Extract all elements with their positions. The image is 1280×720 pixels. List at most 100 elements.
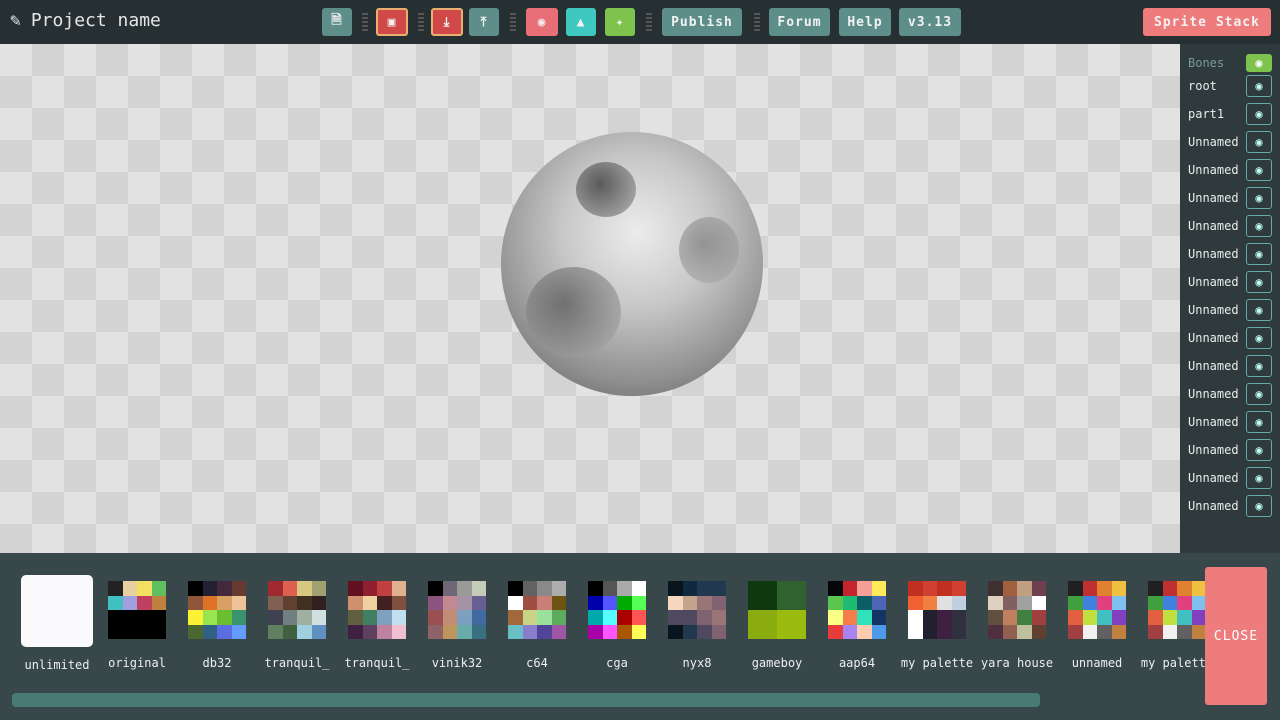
palette-name: db32 xyxy=(202,656,232,670)
eye-icon[interactable]: ◉ xyxy=(1246,103,1272,125)
eye-icon[interactable]: ◉ xyxy=(1246,215,1272,237)
swatch-color xyxy=(457,595,472,610)
download-button[interactable]: ⤓ xyxy=(431,8,463,36)
eye-icon[interactable]: ◉ xyxy=(1246,467,1272,489)
bone-name: Unnamed xyxy=(1188,443,1239,457)
new-file-button[interactable]: 🗎 xyxy=(322,8,352,36)
eye-icon[interactable]: ◉ xyxy=(1246,54,1272,72)
viewport-canvas[interactable] xyxy=(0,44,1180,553)
bone-item[interactable]: Unnamed ◉ xyxy=(1180,128,1280,156)
bone-item[interactable]: Unnamed ◉ xyxy=(1180,492,1280,520)
horizontal-scrollbar[interactable] xyxy=(12,693,1040,707)
bird-button[interactable]: ✦ xyxy=(605,8,635,36)
forum-button[interactable]: Forum xyxy=(769,8,830,36)
bone-item[interactable]: Unnamed ◉ xyxy=(1180,184,1280,212)
eye-icon[interactable]: ◉ xyxy=(1246,299,1272,321)
swatch-color xyxy=(188,581,203,596)
palette-item[interactable]: c64 xyxy=(497,581,577,671)
palette-item[interactable]: nyx8 xyxy=(657,581,737,671)
swatch-color xyxy=(1068,595,1083,610)
swatch-color xyxy=(137,581,152,596)
save-button[interactable]: ▣ xyxy=(376,8,408,36)
palette-name: original xyxy=(108,656,166,670)
bone-item[interactable]: Unnamed ◉ xyxy=(1180,296,1280,324)
palette-item[interactable]: my palette xyxy=(897,581,977,671)
bone-item[interactable]: Unnamed ◉ xyxy=(1180,240,1280,268)
eye-icon[interactable]: ◉ xyxy=(1246,131,1272,153)
eye-icon[interactable]: ◉ xyxy=(1246,159,1272,181)
palette-item[interactable]: unnamed xyxy=(1057,581,1137,671)
swatch-color xyxy=(122,610,137,625)
cat-button[interactable]: ▲ xyxy=(566,8,596,36)
eye-icon[interactable]: ◉ xyxy=(1246,327,1272,349)
swatch-color xyxy=(282,624,297,639)
palette-item[interactable]: aap64 xyxy=(817,581,897,671)
bone-item[interactable]: Unnamed ◉ xyxy=(1180,436,1280,464)
swatch-color xyxy=(282,581,297,596)
eye-icon[interactable]: ◉ xyxy=(1246,383,1272,405)
bone-item[interactable]: Unnamed ◉ xyxy=(1180,324,1280,352)
palette-swatch xyxy=(668,581,726,639)
eye-icon[interactable]: ◉ xyxy=(1246,271,1272,293)
swatch-color xyxy=(1177,581,1192,596)
palette-item[interactable]: yara house xyxy=(977,581,1057,671)
eye-icon[interactable]: ◉ xyxy=(1246,439,1272,461)
eye-icon[interactable]: ◉ xyxy=(1246,75,1272,97)
turtle-button[interactable]: ◉ xyxy=(526,8,558,36)
swatch-color xyxy=(268,581,283,596)
separator xyxy=(418,13,424,31)
upload-button[interactable]: ⤒ xyxy=(469,8,499,36)
project-title[interactable]: ✎ Project name xyxy=(10,10,161,31)
close-button[interactable]: CLOSE xyxy=(1205,567,1267,705)
palette-item[interactable]: tranquil_ xyxy=(337,581,417,671)
eye-icon[interactable]: ◉ xyxy=(1246,187,1272,209)
swatch-color xyxy=(137,610,152,625)
bone-item[interactable]: Unnamed ◉ xyxy=(1180,464,1280,492)
palette-item[interactable]: db32 xyxy=(177,581,257,671)
swatch-color xyxy=(137,624,152,639)
bone-item[interactable]: Unnamed ◉ xyxy=(1180,268,1280,296)
bone-item[interactable]: root ◉ xyxy=(1180,72,1280,100)
edit-icon: ✎ xyxy=(10,10,21,31)
version-button[interactable]: v3.13 xyxy=(899,8,961,36)
help-button[interactable]: Help xyxy=(839,8,891,36)
swatch-color xyxy=(1082,624,1097,639)
bone-name: Unnamed xyxy=(1188,191,1239,205)
bone-item[interactable]: Unnamed ◉ xyxy=(1180,212,1280,240)
bone-item[interactable]: Unnamed ◉ xyxy=(1180,156,1280,184)
swatch-color xyxy=(348,624,363,639)
swatch-color xyxy=(1017,624,1032,639)
swatch-color xyxy=(268,610,283,625)
swatch-color xyxy=(217,581,232,596)
bone-name: Unnamed xyxy=(1188,331,1239,345)
swatch-color xyxy=(362,624,377,639)
palette-swatch xyxy=(268,581,326,639)
swatch-color xyxy=(937,624,952,639)
palette-item[interactable]: gameboy xyxy=(737,581,817,671)
palette-item[interactable]: tranquil_ xyxy=(257,581,337,671)
palette-item[interactable]: cga xyxy=(577,581,657,671)
sprite-stack-button[interactable]: Sprite Stack xyxy=(1143,8,1271,36)
swatch-color xyxy=(1177,624,1192,639)
swatch-color xyxy=(682,624,697,639)
eye-icon[interactable]: ◉ xyxy=(1246,495,1272,517)
swatch-color xyxy=(1162,624,1177,639)
swatch-color xyxy=(697,595,712,610)
swatch-color xyxy=(377,595,392,610)
palette-swatch xyxy=(348,581,406,639)
sprite-model[interactable] xyxy=(501,132,763,396)
bone-item[interactable]: Unnamed ◉ xyxy=(1180,352,1280,380)
palette-item[interactable]: vinik32 xyxy=(417,581,497,671)
eye-icon[interactable]: ◉ xyxy=(1246,355,1272,377)
eye-icon[interactable]: ◉ xyxy=(1246,243,1272,265)
swatch-color xyxy=(268,624,283,639)
bone-item[interactable]: part1 ◉ xyxy=(1180,100,1280,128)
bone-item[interactable]: Unnamed ◉ xyxy=(1180,380,1280,408)
swatch-color xyxy=(1162,581,1177,596)
palette-item[interactable]: original xyxy=(97,581,177,671)
publish-button[interactable]: Publish xyxy=(662,8,742,36)
eye-icon[interactable]: ◉ xyxy=(1246,411,1272,433)
bone-item[interactable]: Unnamed ◉ xyxy=(1180,408,1280,436)
palette-item[interactable]: unlimited xyxy=(17,575,97,673)
swatch-color xyxy=(857,610,872,625)
